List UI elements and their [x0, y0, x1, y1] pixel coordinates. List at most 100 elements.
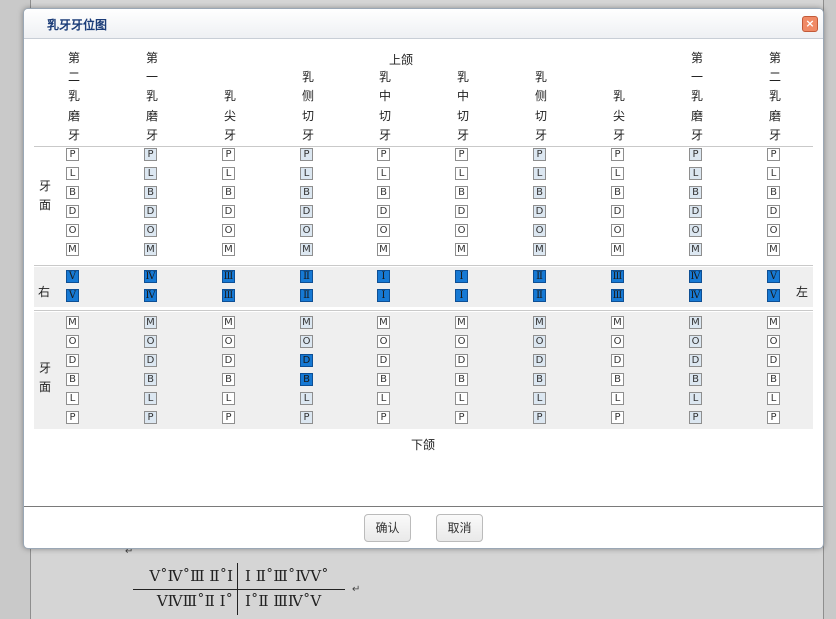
lower-surface-checkbox[interactable]: D — [222, 354, 235, 367]
upper-surface-checkbox[interactable]: D — [222, 205, 235, 218]
lower-surface-checkbox[interactable]: L — [377, 392, 390, 405]
upper-surface-checkbox[interactable]: L — [144, 167, 157, 180]
upper-surface-checkbox[interactable]: B — [611, 186, 624, 199]
lower-surface-checkbox[interactable]: B — [377, 373, 390, 386]
lower-surface-checkbox[interactable]: B — [66, 373, 79, 386]
close-icon[interactable]: × — [802, 16, 818, 32]
upper-surface-checkbox[interactable]: M — [689, 243, 702, 256]
lower-surface-checkbox[interactable]: B — [533, 373, 546, 386]
lower-surface-checkbox[interactable]: B — [611, 373, 624, 386]
upper-surface-checkbox[interactable]: P — [300, 148, 313, 161]
tooth-number-checkbox[interactable]: Ⅰ — [377, 270, 390, 283]
upper-surface-checkbox[interactable]: P — [689, 148, 702, 161]
lower-surface-checkbox[interactable]: B — [455, 373, 468, 386]
upper-surface-checkbox[interactable]: M — [377, 243, 390, 256]
lower-surface-checkbox[interactable]: P — [767, 411, 780, 424]
upper-surface-checkbox[interactable]: P — [144, 148, 157, 161]
tooth-number-checkbox[interactable]: Ⅲ — [611, 270, 624, 283]
tooth-number-checkbox[interactable]: Ⅰ — [455, 289, 468, 302]
upper-surface-checkbox[interactable]: B — [222, 186, 235, 199]
tooth-number-checkbox[interactable]: Ⅴ — [66, 289, 79, 302]
dental-formula[interactable]: Ⅴ˚Ⅳ˚Ⅲ Ⅱ˚Ⅰ Ⅰ Ⅱ˚Ⅲ˚ⅣⅤ˚ ⅤⅣⅢ˚Ⅱ Ⅰ˚ Ⅰ˚Ⅱ ⅢⅣ˚Ⅴ — [133, 563, 345, 615]
upper-surface-checkbox[interactable]: M — [300, 243, 313, 256]
lower-surface-checkbox[interactable]: O — [689, 335, 702, 348]
tooth-number-checkbox[interactable]: Ⅳ — [689, 289, 702, 302]
upper-surface-checkbox[interactable]: M — [767, 243, 780, 256]
lower-surface-checkbox[interactable]: D — [767, 354, 780, 367]
tooth-number-checkbox[interactable]: Ⅰ — [377, 289, 390, 302]
lower-surface-checkbox[interactable]: D — [144, 354, 157, 367]
lower-surface-checkbox[interactable]: P — [533, 411, 546, 424]
lower-surface-checkbox[interactable]: D — [455, 354, 468, 367]
lower-surface-checkbox[interactable]: P — [611, 411, 624, 424]
upper-surface-checkbox[interactable]: B — [144, 186, 157, 199]
lower-surface-checkbox[interactable]: O — [222, 335, 235, 348]
upper-surface-checkbox[interactable]: B — [767, 186, 780, 199]
lower-surface-checkbox[interactable]: L — [222, 392, 235, 405]
lower-surface-checkbox[interactable]: D — [300, 354, 313, 367]
lower-surface-checkbox[interactable]: L — [455, 392, 468, 405]
lower-surface-checkbox[interactable]: L — [767, 392, 780, 405]
upper-surface-checkbox[interactable]: O — [144, 224, 157, 237]
upper-surface-checkbox[interactable]: M — [611, 243, 624, 256]
upper-surface-checkbox[interactable]: M — [533, 243, 546, 256]
lower-surface-checkbox[interactable]: L — [66, 392, 79, 405]
upper-surface-checkbox[interactable]: B — [689, 186, 702, 199]
lower-surface-checkbox[interactable]: O — [300, 335, 313, 348]
upper-surface-checkbox[interactable]: P — [66, 148, 79, 161]
tooth-number-checkbox[interactable]: Ⅴ — [66, 270, 79, 283]
lower-surface-checkbox[interactable]: O — [377, 335, 390, 348]
upper-surface-checkbox[interactable]: P — [455, 148, 468, 161]
lower-surface-checkbox[interactable]: D — [66, 354, 79, 367]
lower-surface-checkbox[interactable]: B — [300, 373, 313, 386]
upper-surface-checkbox[interactable]: O — [455, 224, 468, 237]
tooth-number-checkbox[interactable]: Ⅳ — [144, 289, 157, 302]
upper-surface-checkbox[interactable]: O — [377, 224, 390, 237]
lower-surface-checkbox[interactable]: M — [611, 316, 624, 329]
upper-surface-checkbox[interactable]: L — [767, 167, 780, 180]
upper-surface-checkbox[interactable]: M — [144, 243, 157, 256]
lower-surface-checkbox[interactable]: O — [455, 335, 468, 348]
lower-surface-checkbox[interactable]: P — [144, 411, 157, 424]
upper-surface-checkbox[interactable]: D — [144, 205, 157, 218]
lower-surface-checkbox[interactable]: B — [689, 373, 702, 386]
lower-surface-checkbox[interactable]: D — [611, 354, 624, 367]
lower-surface-checkbox[interactable]: M — [66, 316, 79, 329]
tooth-number-checkbox[interactable]: Ⅳ — [144, 270, 157, 283]
upper-surface-checkbox[interactable]: L — [611, 167, 624, 180]
lower-surface-checkbox[interactable]: P — [455, 411, 468, 424]
upper-surface-checkbox[interactable]: D — [300, 205, 313, 218]
lower-surface-checkbox[interactable]: P — [66, 411, 79, 424]
lower-surface-checkbox[interactable]: B — [222, 373, 235, 386]
lower-surface-checkbox[interactable]: M — [533, 316, 546, 329]
lower-surface-checkbox[interactable]: D — [533, 354, 546, 367]
lower-surface-checkbox[interactable]: B — [144, 373, 157, 386]
upper-surface-checkbox[interactable]: D — [377, 205, 390, 218]
tooth-number-checkbox[interactable]: Ⅲ — [222, 270, 235, 283]
upper-surface-checkbox[interactable]: B — [66, 186, 79, 199]
tooth-number-checkbox[interactable]: Ⅱ — [300, 289, 313, 302]
lower-surface-checkbox[interactable]: O — [611, 335, 624, 348]
upper-surface-checkbox[interactable]: D — [611, 205, 624, 218]
lower-surface-checkbox[interactable]: M — [144, 316, 157, 329]
upper-surface-checkbox[interactable]: D — [689, 205, 702, 218]
upper-surface-checkbox[interactable]: P — [767, 148, 780, 161]
lower-surface-checkbox[interactable]: B — [767, 373, 780, 386]
lower-surface-checkbox[interactable]: L — [300, 392, 313, 405]
upper-surface-checkbox[interactable]: D — [767, 205, 780, 218]
tooth-number-checkbox[interactable]: Ⅲ — [222, 289, 235, 302]
tooth-number-checkbox[interactable]: Ⅰ — [455, 270, 468, 283]
lower-surface-checkbox[interactable]: L — [144, 392, 157, 405]
tooth-number-checkbox[interactable]: Ⅱ — [533, 270, 546, 283]
upper-surface-checkbox[interactable]: B — [533, 186, 546, 199]
upper-surface-checkbox[interactable]: B — [455, 186, 468, 199]
upper-surface-checkbox[interactable]: L — [66, 167, 79, 180]
tooth-number-checkbox[interactable]: Ⅱ — [300, 270, 313, 283]
upper-surface-checkbox[interactable]: D — [455, 205, 468, 218]
upper-surface-checkbox[interactable]: B — [377, 186, 390, 199]
lower-surface-checkbox[interactable]: P — [689, 411, 702, 424]
upper-surface-checkbox[interactable]: M — [222, 243, 235, 256]
lower-surface-checkbox[interactable]: P — [222, 411, 235, 424]
lower-surface-checkbox[interactable]: M — [377, 316, 390, 329]
upper-surface-checkbox[interactable]: O — [611, 224, 624, 237]
